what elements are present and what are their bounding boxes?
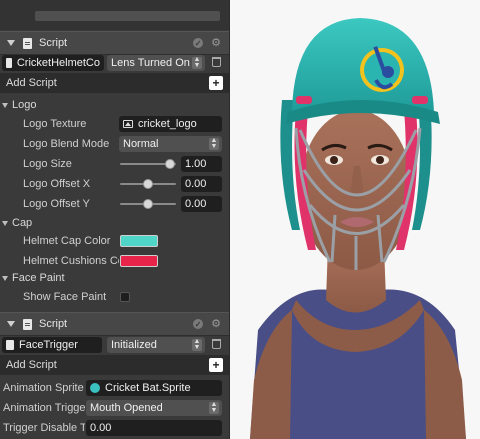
prop-logo-offset-x: Logo Offset X 0.00 xyxy=(0,174,229,194)
group-logo[interactable]: Logo xyxy=(0,95,229,115)
logo-offset-y-value: 0.00 xyxy=(185,198,207,210)
script-event-dropdown[interactable]: Lens Turned On ▲ ▼ xyxy=(107,55,205,71)
logo-offset-x-slider[interactable] xyxy=(120,179,176,189)
prop-logo-texture: Logo Texture cricket_logo xyxy=(0,114,229,134)
script-document-icon xyxy=(6,340,14,350)
script-document-icon xyxy=(23,37,32,49)
script-header-title: Script xyxy=(39,37,68,49)
circle-info-icon[interactable]: ✓ xyxy=(193,319,204,329)
animation-sprite-value: Cricket Bat.Sprite xyxy=(105,382,191,394)
prop-show-face-paint: Show Face Paint xyxy=(0,287,229,307)
trigger-disable-time-value: 0.00 xyxy=(90,422,112,434)
script-event-value: Initialized xyxy=(111,339,157,351)
animation-sprite-field[interactable]: Cricket Bat.Sprite xyxy=(86,380,222,396)
collapse-triangle-icon[interactable] xyxy=(2,102,8,108)
gear-icon[interactable]: ⚙ xyxy=(211,318,221,330)
show-face-paint-checkbox[interactable] xyxy=(120,292,130,302)
logo-offset-x-input[interactable]: 0.00 xyxy=(181,176,222,192)
prop-label: Animation Trigger xyxy=(3,402,85,414)
logo-offset-x-value: 0.00 xyxy=(185,178,207,190)
helmet-cap-color-swatch[interactable] xyxy=(120,235,158,247)
logo-offset-y-slider[interactable] xyxy=(120,199,176,209)
prop-label: Animation Sprite xyxy=(3,382,84,394)
logo-texture-value: cricket_logo xyxy=(138,118,197,130)
chevron-updown-icon: ▲ ▼ xyxy=(209,137,219,150)
prop-label: Logo Blend Mode xyxy=(23,138,110,150)
script-selector-row: FaceTrigger Initialized ▲ ▼ xyxy=(0,335,229,355)
add-script-bar[interactable]: Add Script + xyxy=(0,73,229,93)
prop-animation-trigger: Animation Trigger Mouth Opened ▲ ▼ xyxy=(0,398,229,418)
chevron-updown-icon: ▲ ▼ xyxy=(192,338,202,351)
helmet-cushions-color-swatch[interactable] xyxy=(120,255,158,267)
group-label: Logo xyxy=(12,99,37,111)
prop-label: Helmet Cap Color xyxy=(23,235,111,247)
collapse-triangle-icon[interactable] xyxy=(7,40,15,46)
lens-preview-viewport[interactable] xyxy=(229,0,480,439)
trash-icon[interactable] xyxy=(212,339,221,349)
script-document-icon xyxy=(23,318,32,330)
script-asset-field[interactable]: CricketHelmetCo xyxy=(2,55,104,71)
group-cap[interactable]: Cap xyxy=(0,213,229,233)
prop-label: Logo Offset X xyxy=(23,178,91,190)
script-asset-name: CricketHelmetCo xyxy=(16,57,100,69)
add-script-label: Add Script xyxy=(6,359,57,371)
logo-offset-y-input[interactable]: 0.00 xyxy=(181,196,222,212)
script-event-value: Lens Turned On xyxy=(111,57,190,69)
animation-trigger-value: Mouth Opened xyxy=(90,402,163,414)
texture-icon xyxy=(123,120,133,128)
add-script-label: Add Script xyxy=(6,77,57,89)
group-face-paint[interactable]: Face Paint xyxy=(0,268,229,288)
trash-icon[interactable] xyxy=(212,57,221,67)
circle-info-icon[interactable]: ✓ xyxy=(193,38,204,48)
logo-size-input[interactable]: 1.00 xyxy=(181,156,222,172)
plus-icon[interactable]: + xyxy=(209,358,223,372)
gear-icon[interactable]: ⚙ xyxy=(211,37,221,49)
prop-logo-offset-y: Logo Offset Y 0.00 xyxy=(0,194,229,214)
logo-blend-mode-dropdown[interactable]: Normal ▲ ▼ xyxy=(119,136,222,152)
script-header-title: Script xyxy=(39,318,68,330)
prop-helmet-cap-color: Helmet Cap Color xyxy=(0,231,229,251)
add-script-bar[interactable]: Add Script + xyxy=(0,355,229,375)
script-selector-row: CricketHelmetCo Lens Turned On ▲ ▼ xyxy=(0,53,229,73)
script-header[interactable]: Script ✓ ⚙ xyxy=(0,312,229,336)
slider-knob[interactable] xyxy=(165,159,176,169)
previous-component-strip xyxy=(0,0,229,30)
prop-animation-sprite: Animation Sprite Cricket Bat.Sprite xyxy=(0,378,229,398)
prop-label: Logo Offset Y xyxy=(23,198,90,210)
plus-icon[interactable]: + xyxy=(209,76,223,90)
preview-image xyxy=(230,0,480,439)
sprite-icon xyxy=(90,383,100,393)
logo-texture-field[interactable]: cricket_logo xyxy=(119,116,222,132)
prop-trigger-disable-time: Trigger Disable Ti 0.00 xyxy=(0,418,229,438)
script-header[interactable]: Script ✓ ⚙ xyxy=(0,31,229,55)
collapse-triangle-icon[interactable] xyxy=(2,220,8,226)
previous-component-block xyxy=(35,11,220,21)
chevron-updown-icon: ▲ ▼ xyxy=(209,401,219,414)
group-label: Cap xyxy=(12,217,33,229)
prop-label: Trigger Disable Ti xyxy=(3,422,85,434)
script-asset-name: FaceTrigger xyxy=(19,339,78,351)
logo-blend-mode-value: Normal xyxy=(123,138,159,150)
inspector-panel: Script ✓ ⚙ CricketHelmetCo Lens Turned O… xyxy=(0,0,229,439)
logo-size-slider[interactable] xyxy=(120,159,176,169)
group-label: Face Paint xyxy=(12,272,65,284)
prop-label: Helmet Cushions Co xyxy=(23,255,119,267)
logo-size-value: 1.00 xyxy=(185,158,207,170)
slider-knob[interactable] xyxy=(143,179,153,189)
chevron-updown-icon: ▲ ▼ xyxy=(192,56,202,69)
collapse-triangle-icon[interactable] xyxy=(2,275,8,281)
prop-label: Show Face Paint xyxy=(23,291,107,303)
prop-label: Logo Size xyxy=(23,158,72,170)
prop-label: Logo Texture xyxy=(23,118,87,130)
collapse-triangle-icon[interactable] xyxy=(7,321,15,327)
script-event-dropdown[interactable]: Initialized ▲ ▼ xyxy=(107,337,205,353)
prop-logo-size: Logo Size 1.00 xyxy=(0,154,229,174)
animation-trigger-dropdown[interactable]: Mouth Opened ▲ ▼ xyxy=(86,400,222,416)
script-document-icon xyxy=(6,58,12,68)
script-asset-field[interactable]: FaceTrigger xyxy=(2,337,102,353)
prop-logo-blend-mode: Logo Blend Mode Normal ▲ ▼ xyxy=(0,134,229,154)
slider-knob[interactable] xyxy=(143,199,153,209)
trigger-disable-time-input[interactable]: 0.00 xyxy=(86,420,222,436)
